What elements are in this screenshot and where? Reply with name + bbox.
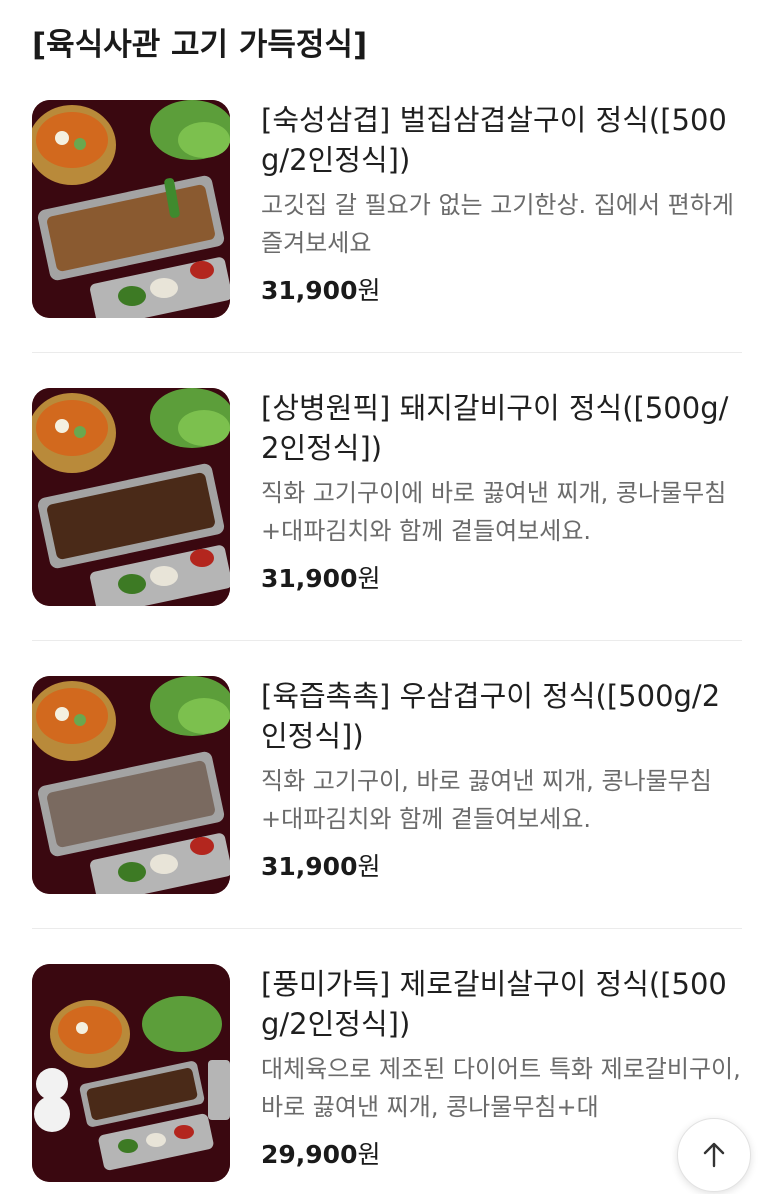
menu-item-price: 31,900원 [261,274,741,308]
menu-item-price: 31,900원 [261,562,741,596]
food-photo-icon [32,676,230,894]
menu-item-description: 고깃집 갈 필요가 없는 고기한상. 집에서 편하게 즐겨보세요 [261,191,734,257]
price-value: 31,900 [261,276,358,305]
menu-item-name: [숙성삼겹] 벌집삼겹살구이 정식([500g/2인정식]) [261,103,727,177]
menu-item-price: 31,900원 [261,850,741,884]
menu-item-info: [상병원픽] 돼지갈비구이 정식([500g/2인정식]) 직화 고기구이에 바… [261,388,741,596]
price-value: 29,900 [261,1140,358,1169]
price-unit: 원 [357,852,381,881]
menu-item-name: [육즙촉촉] 우삼겹구이 정식([500g/2인정식]) [261,679,721,753]
menu-item-price: 29,900원 [261,1138,741,1172]
menu-item[interactable]: [육즙촉촉] 우삼겹구이 정식([500g/2인정식]) 직화 고기구이, 바로… [32,676,742,906]
price-unit: 원 [357,276,381,305]
menu-item-photo[interactable] [32,964,230,1182]
divider [32,352,742,353]
divider [32,640,742,641]
arrow-up-icon [703,1142,725,1168]
menu-item[interactable]: [풍미가득] 제로갈비살구이 정식([500g/2인정식]) 대체육으로 제조된… [32,964,742,1194]
menu-item[interactable]: [숙성삼겹] 벌집삼겹살구이 정식([500g/2인정식]) 고깃집 갈 필요가… [32,100,742,330]
price-unit: 원 [357,1140,381,1169]
price-unit: 원 [357,564,381,593]
menu-item-photo[interactable] [32,100,230,318]
food-photo-icon [32,100,230,318]
scroll-to-top-button[interactable] [677,1118,751,1192]
food-photo-icon [32,388,230,606]
menu-item-description: 직화 고기구이에 바로 끓여낸 찌개, 콩나물무침+대파김치와 함께 곁들여보세… [261,479,727,545]
menu-item-photo[interactable] [32,388,230,606]
menu-item-photo[interactable] [32,676,230,894]
menu-item-name: [풍미가득] 제로갈비살구이 정식([500g/2인정식]) [261,967,727,1041]
menu-item-description: 직화 고기구이, 바로 끓여낸 찌개, 콩나물무침+대파김치와 함께 곁들여보세… [261,767,712,833]
menu-item[interactable]: [상병원픽] 돼지갈비구이 정식([500g/2인정식]) 직화 고기구이에 바… [32,388,742,618]
menu-item-info: [육즙촉촉] 우삼겹구이 정식([500g/2인정식]) 직화 고기구이, 바로… [261,676,741,884]
price-value: 31,900 [261,852,358,881]
food-photo-icon [32,964,230,1182]
menu-item-info: [숙성삼겹] 벌집삼겹살구이 정식([500g/2인정식]) 고깃집 갈 필요가… [261,100,741,308]
price-value: 31,900 [261,564,358,593]
section-title: [육식사관 고기 가득정식] [32,27,368,63]
divider [32,928,742,929]
menu-item-description: 대체육으로 제조된 다이어트 특화 제로갈비구이, 바로 끓여낸 찌개, 콩나물… [261,1055,741,1121]
menu-item-name: [상병원픽] 돼지갈비구이 정식([500g/2인정식]) [261,391,729,465]
menu-item-info: [풍미가득] 제로갈비살구이 정식([500g/2인정식]) 대체육으로 제조된… [261,964,741,1172]
